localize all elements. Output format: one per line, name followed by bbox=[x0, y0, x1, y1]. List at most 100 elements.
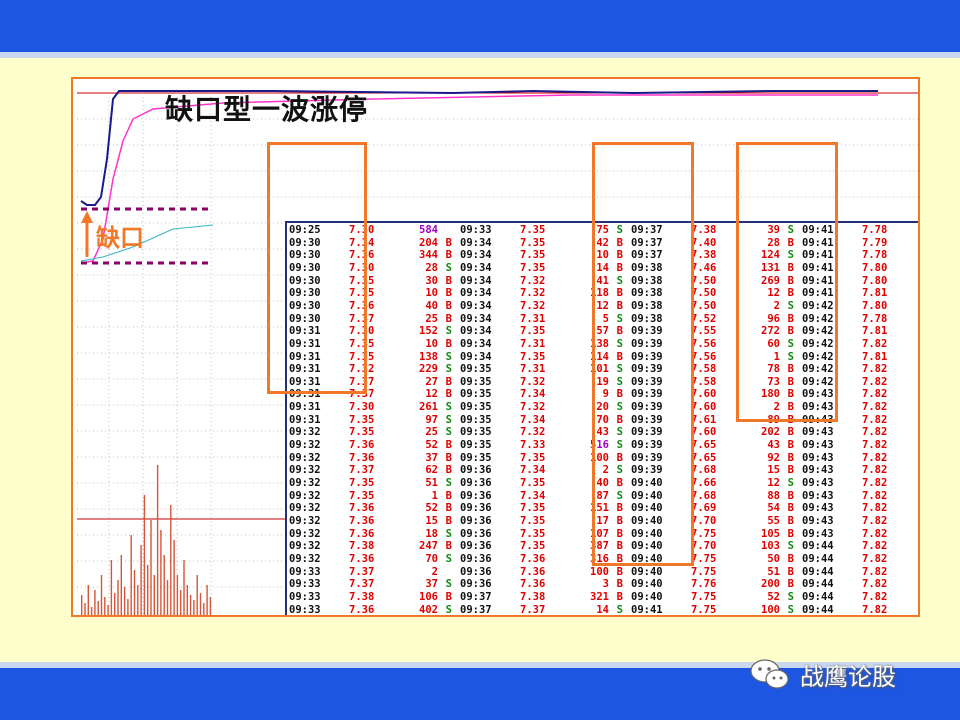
trade-side: S bbox=[445, 552, 452, 565]
volume-bar bbox=[114, 593, 116, 615]
tape-row: 09:32 7.35 51 S bbox=[287, 477, 458, 490]
tape-row: 09:437.8210S bbox=[800, 514, 918, 528]
trade-price: 7.82 bbox=[862, 426, 888, 439]
trade-time: 09:40 bbox=[631, 565, 663, 578]
trade-time: 09:44 bbox=[802, 616, 834, 617]
trade-time: 09:32 bbox=[289, 439, 321, 452]
tape-row: 09:32 7.36 37 B bbox=[287, 452, 458, 465]
trade-side: B bbox=[787, 527, 794, 540]
trade-price: 7.81 bbox=[862, 350, 888, 363]
trade-price: 7.61 bbox=[691, 413, 717, 426]
trade-time: 09:32 bbox=[289, 426, 321, 439]
tape-row: 09:447.8213S bbox=[800, 604, 918, 616]
trade-price: 7.78 bbox=[862, 312, 888, 325]
trade-time: 09:37 bbox=[460, 616, 492, 617]
volume-bar bbox=[166, 580, 169, 615]
tape-row: 09:437.8225S bbox=[800, 439, 918, 452]
tape-row: 09:37 7.38 223 B bbox=[458, 616, 629, 617]
trade-price: 7.31 bbox=[520, 312, 546, 325]
trade-price: 7.35 bbox=[520, 325, 546, 338]
trade-volume: 100 bbox=[761, 603, 780, 616]
trade-time: 09:32 bbox=[289, 514, 321, 527]
trade-price: 7.31 bbox=[520, 337, 546, 350]
trade-volume: 52 bbox=[425, 502, 438, 515]
trade-time: 09:34 bbox=[460, 325, 492, 338]
trade-side: S bbox=[445, 603, 452, 616]
trade-side: B bbox=[787, 439, 794, 452]
trade-volume: 52 bbox=[767, 590, 780, 603]
volume-bar bbox=[84, 603, 86, 615]
trade-price: 7.82 bbox=[862, 464, 888, 477]
trade-price: 7.35 bbox=[520, 261, 546, 274]
trade-volume: 30 bbox=[425, 274, 438, 287]
trade-price: 7.35 bbox=[520, 249, 546, 262]
trade-price: 7.69 bbox=[691, 502, 717, 515]
trade-price: 7.37 bbox=[349, 565, 375, 578]
trade-time: 09:34 bbox=[460, 350, 492, 363]
trade-side: B bbox=[445, 388, 452, 401]
trade-time: 09:44 bbox=[802, 565, 834, 578]
trade-volume: 1 bbox=[431, 489, 438, 502]
chart-frame: 9.99%8.56%7.13%1%8%5%3%0%3%5%8%1%3%6%000… bbox=[71, 77, 920, 617]
trade-price: 7.60 bbox=[691, 388, 717, 401]
trade-volume: 2 bbox=[431, 565, 438, 578]
trade-time: 09:43 bbox=[802, 439, 834, 452]
trade-time: 09:34 bbox=[460, 312, 492, 325]
tape-row: 09:40 7.75 52 S bbox=[629, 591, 800, 604]
volume-bar bbox=[180, 590, 182, 615]
trade-time: 09:43 bbox=[802, 489, 834, 502]
trade-price: 7.68 bbox=[691, 464, 717, 477]
trade-time: 09:33 bbox=[289, 565, 321, 578]
trade-side: B bbox=[445, 590, 452, 603]
trade-price: 7.32 bbox=[520, 274, 546, 287]
top-banner bbox=[0, 0, 960, 52]
brand-watermark: 战鹰论股 bbox=[748, 652, 896, 696]
tape-row: 09:32 7.36 15 B bbox=[287, 515, 458, 528]
trade-volume: 1 bbox=[774, 616, 780, 617]
tape-row: 09:31 7.35 97 S bbox=[287, 414, 458, 427]
trade-time: 09:43 bbox=[802, 451, 834, 464]
trade-price: 7.75 bbox=[691, 527, 717, 540]
trade-price: 7.36 bbox=[349, 527, 375, 540]
trade-side: S bbox=[445, 477, 452, 489]
trade-time: 09:36 bbox=[460, 527, 492, 540]
trade-time: 09:33 bbox=[289, 578, 321, 591]
trade-price: 7.82 bbox=[862, 401, 888, 414]
trade-price: 7.37 bbox=[349, 464, 375, 477]
trade-price: 7.82 bbox=[862, 540, 888, 553]
trade-volume: 12 bbox=[425, 388, 438, 401]
trade-side: B bbox=[787, 464, 794, 477]
trade-price: 7.82 bbox=[862, 502, 888, 515]
trade-time: 09:43 bbox=[802, 514, 834, 527]
trade-price: 7.65 bbox=[691, 439, 717, 452]
trade-volume: 54 bbox=[767, 502, 780, 515]
tape-row: 09:32 7.35 25 S bbox=[287, 426, 458, 439]
trade-time: 09:36 bbox=[460, 464, 492, 477]
trade-time: 09:40 bbox=[631, 578, 663, 591]
trade-side: B bbox=[445, 299, 452, 312]
tape-row: 09:41 7.75 100 S bbox=[629, 603, 800, 616]
volume-bar bbox=[153, 575, 155, 615]
chart-title: 缺口型一波涨停 bbox=[165, 93, 369, 126]
trade-volume: 88 bbox=[767, 489, 780, 502]
trade-price: 7.36 bbox=[349, 552, 375, 565]
tape-row: 09:447.8223S bbox=[800, 540, 918, 553]
trade-volume: 200 bbox=[761, 578, 780, 591]
trade-price: 7.70 bbox=[691, 540, 717, 553]
trade-time: 09:32 bbox=[289, 464, 321, 477]
trade-time: 09:33 bbox=[460, 224, 492, 236]
trade-price: 7.82 bbox=[862, 363, 888, 376]
trade-time: 09:32 bbox=[289, 451, 321, 464]
trade-time: 09:41 bbox=[631, 603, 663, 616]
tape-row: 09:36 7.36 3 B bbox=[458, 578, 629, 591]
trade-time: 09:34 bbox=[460, 299, 492, 312]
trade-volume: 247 bbox=[419, 540, 438, 553]
volume-bar bbox=[94, 590, 96, 615]
trade-side: B bbox=[445, 375, 452, 388]
tape-row: 09:447.82379S bbox=[800, 553, 918, 566]
volume-bar bbox=[133, 570, 136, 615]
trade-time: 09:33 bbox=[289, 616, 321, 617]
trade-time: 09:36 bbox=[460, 502, 492, 515]
trade-volume: 105 bbox=[761, 527, 780, 540]
volume-bar bbox=[87, 585, 89, 615]
